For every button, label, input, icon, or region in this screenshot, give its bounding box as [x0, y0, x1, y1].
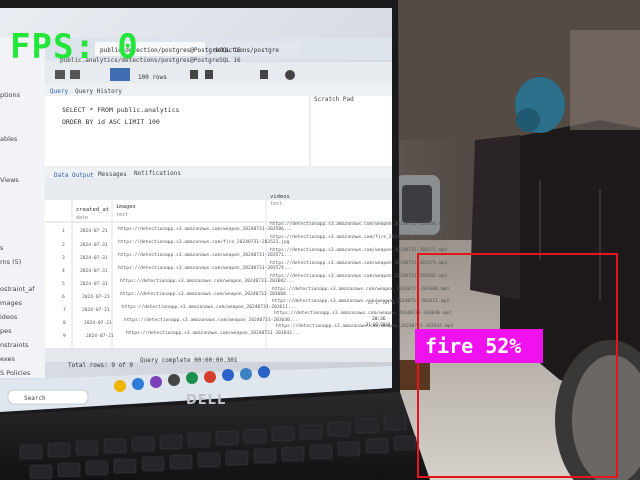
sidebar-item[interactable]: ables [0, 135, 18, 143]
cursor-position: Ln 1, Col 1 [368, 300, 395, 305]
sidebar-item[interactable]: nstraints [0, 341, 29, 349]
column-type-text-2: text [270, 201, 282, 207]
column-header-videos[interactable]: videos [270, 194, 290, 200]
sidebar-item[interactable]: mages [0, 299, 22, 307]
sidebar-item[interactable]: ptions [0, 91, 21, 99]
table-cell-date[interactable]: 2024-07-21 [84, 320, 112, 326]
table-cell-image[interactable]: https://detectionapp.s3.amazonaws.com/we… [122, 304, 296, 310]
column-type-date: date [76, 215, 88, 221]
scratch-pad-tab[interactable]: Scratch Pad [314, 96, 354, 103]
table-cell-date[interactable]: 2024-07-31 [80, 268, 108, 274]
table-row-number: 3 [62, 255, 65, 261]
tab-query[interactable]: Query [50, 88, 68, 95]
sidebar-item[interactable]: S Policies [0, 369, 31, 377]
table-cell-image[interactable]: https://detectionapp.s3.amazonaws.com/fi… [118, 239, 290, 245]
status-query-complete: Query complete 00:00:00.301 [140, 357, 238, 364]
status-total-rows: Total rows: 9 of 9 [68, 362, 133, 369]
table-cell-date[interactable]: 2024-07-21 [82, 294, 110, 300]
tab-notifications[interactable]: Notifications [134, 170, 181, 177]
sidebar-item[interactable]: ostraint_af [0, 285, 35, 293]
table-cell-image[interactable]: https://detectionapp.s3.amazonaws.com/we… [120, 291, 294, 297]
table-cell-date[interactable]: 2024-07-21 [82, 307, 110, 313]
table-row-number: 4 [62, 268, 65, 274]
table-cell-image[interactable]: https://detectionapp.s3.amazonaws.com/we… [124, 317, 298, 323]
taskbar-search-input[interactable]: Search [24, 395, 46, 402]
table-row-number: 7 [63, 307, 66, 313]
table-row-number: 8 [63, 320, 66, 326]
sql-line-2[interactable]: ORDER BY id ASC LIMIT 100 [62, 118, 160, 126]
browser-tab-2[interactable]: detections/postgre [214, 47, 279, 54]
column-type-text: text [116, 212, 128, 218]
tab-data-output[interactable]: Data Output [54, 172, 94, 179]
table-cell-video[interactable]: https://detectionapp.s3.amazonaws.com/fi… [270, 234, 442, 240]
table-row-number: 5 [62, 281, 65, 287]
tab-messages[interactable]: Messages [98, 171, 127, 178]
table-cell-image[interactable]: https://detectionapp.s3.amazonaws.com/we… [120, 278, 294, 284]
table-cell-image[interactable]: https://detectionapp.s3.amazonaws.com/we… [126, 330, 300, 336]
dell-logo: DELL [186, 393, 226, 408]
table-cell-date[interactable]: 2024-07-31 [80, 255, 108, 261]
table-row-number: 6 [62, 294, 65, 300]
sidebar-item[interactable]: exes [0, 355, 16, 363]
sidebar-item[interactable]: ideos [0, 313, 18, 321]
table-row-number: 2 [62, 242, 65, 248]
table-cell-image[interactable]: https://detectionapp.s3.amazonaws.com/we… [118, 226, 292, 232]
fps-counter: FPS: 0 [10, 27, 139, 67]
table-cell-video[interactable]: https://detectionapp.s3.amazonaws.com/we… [270, 221, 447, 227]
sidebar-item[interactable]: rns (5) [0, 258, 21, 266]
camera-frame: public.detection/postgres@PostgreSQL 16 … [0, 0, 640, 480]
sidebar-item[interactable]: pes [0, 327, 12, 335]
sidebar-item[interactable]: Views [0, 176, 19, 184]
table-row-number: 9 [63, 333, 66, 339]
table-row-number: 1 [62, 228, 65, 234]
sql-line-1[interactable]: SELECT * FROM public.analytics [62, 106, 179, 114]
clock-date[interactable]: 31-07-2024 [366, 322, 391, 327]
table-cell-date[interactable]: 2024-07-21 [80, 228, 108, 234]
table-cell-date[interactable]: 2024-07-31 [80, 242, 108, 248]
detection-bounding-box [417, 253, 618, 478]
column-header-images[interactable]: images [116, 204, 136, 210]
column-header-created-at[interactable]: created_at [76, 207, 109, 213]
rows-selector[interactable]: 100 rows [138, 74, 167, 81]
tab-query-history[interactable]: Query History [75, 88, 122, 95]
table-cell-image[interactable]: https://detectionapp.s3.amazonaws.com/we… [118, 252, 292, 258]
detection-label: fire 52% [415, 329, 543, 363]
table-cell-date[interactable]: 2024-07-21 [86, 333, 114, 339]
table-cell-date[interactable]: 2024-07-31 [80, 281, 108, 287]
table-cell-image[interactable]: https://detectionapp.s3.amazonaws.com/we… [118, 265, 292, 271]
